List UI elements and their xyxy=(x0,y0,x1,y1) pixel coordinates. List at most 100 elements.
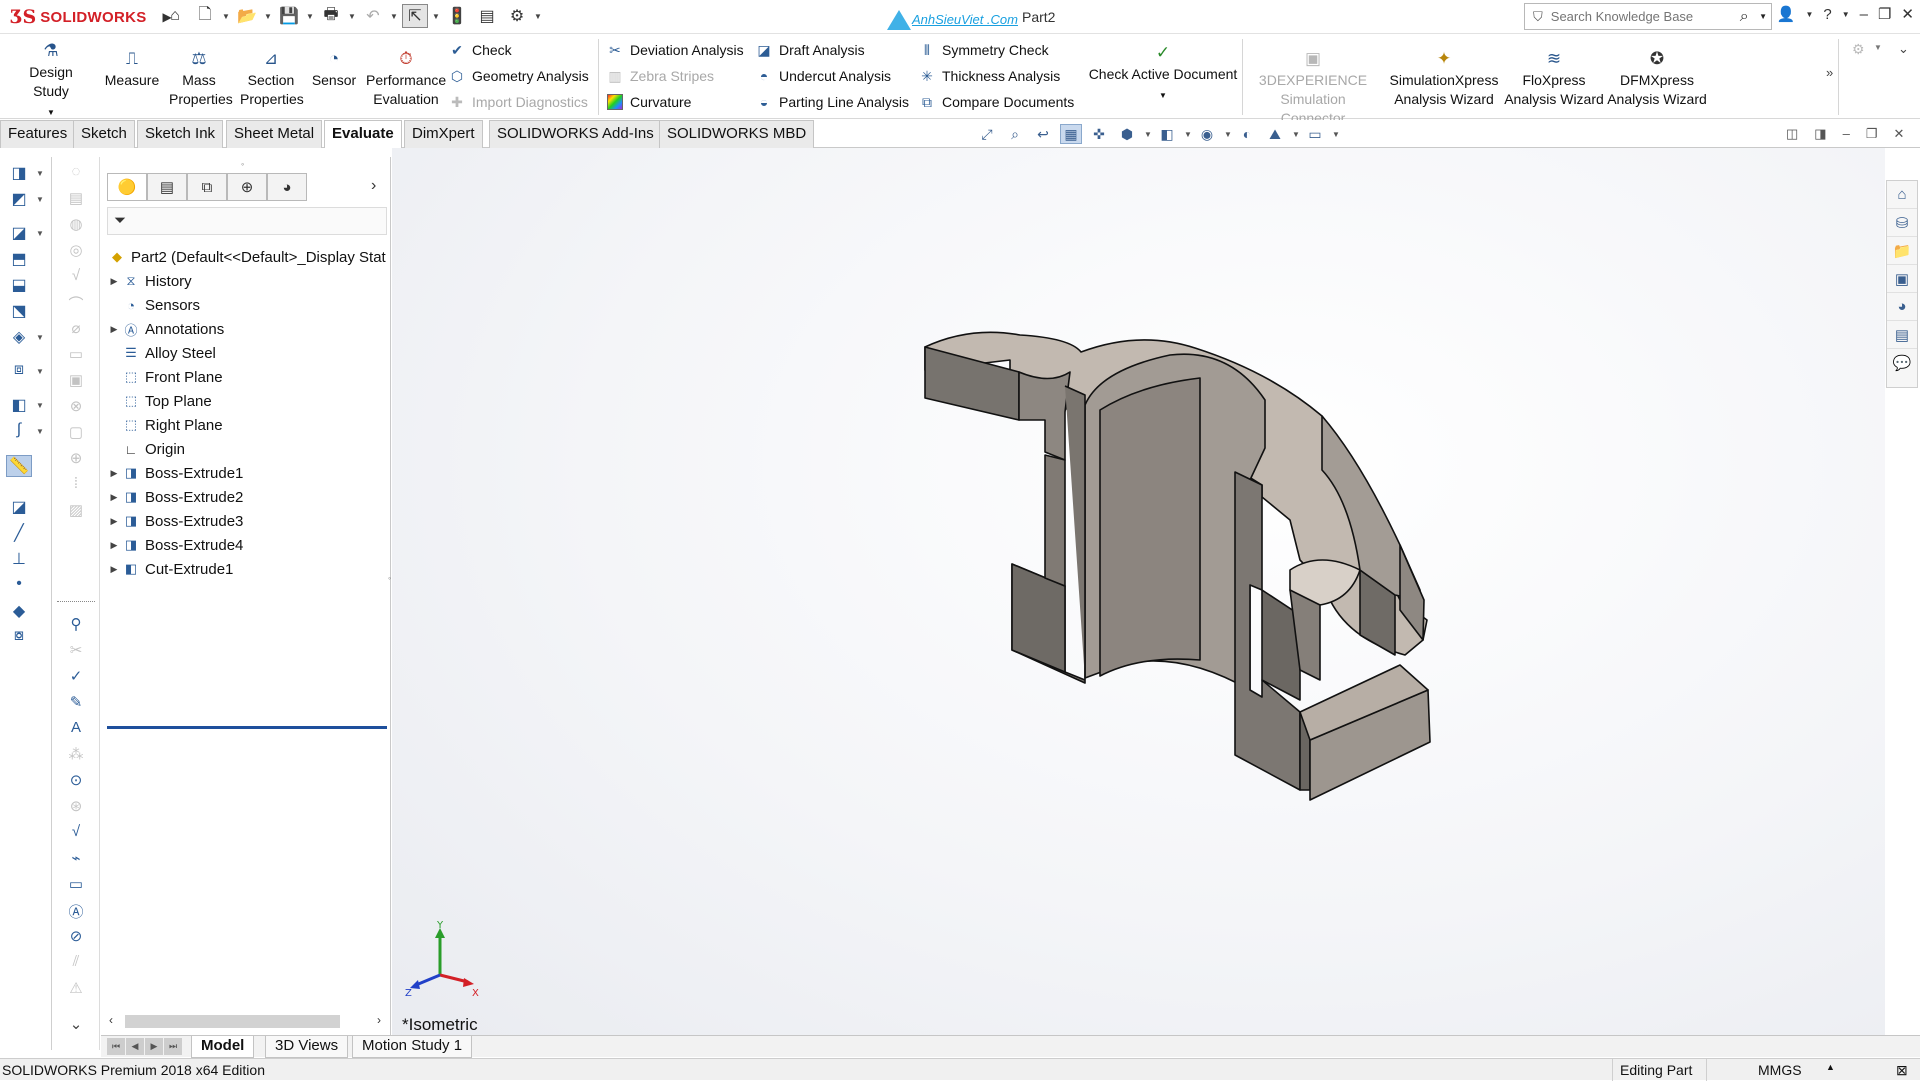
view-settings-icon[interactable]: ▭ xyxy=(1304,124,1326,144)
appearances-icon[interactable]: ◕ xyxy=(1887,293,1917,321)
chevron-down-icon[interactable]: ▼ xyxy=(1759,12,1771,21)
chevron-down-icon[interactable]: ▼ xyxy=(534,12,542,21)
measure-tool-icon[interactable]: 📏 xyxy=(6,455,32,477)
fillet-icon[interactable]: ◪ xyxy=(6,223,32,245)
table-icon[interactable]: Ⓐ xyxy=(63,901,89,923)
zebra-stripes-button[interactable]: ▥ Zebra Stripes xyxy=(606,65,714,87)
tree-item-boss-extrude1[interactable]: ▶ ◨ Boss-Extrude1 xyxy=(107,461,244,485)
chevron-down-icon[interactable]: ▼ xyxy=(348,12,356,21)
chevron-down-icon[interactable]: ▼ xyxy=(36,427,44,436)
coordinate-system-icon[interactable]: ⊥ xyxy=(6,549,32,571)
tree-root-part[interactable]: ◆ Part2 (Default<<Default>_Display Stat xyxy=(107,245,386,269)
expand-arrow-icon[interactable]: ▶ xyxy=(107,468,121,479)
cosmetic-thread-icon[interactable]: ⫽ xyxy=(63,953,89,975)
select-icon[interactable]: ⇱ xyxy=(402,4,428,28)
tree-item-history[interactable]: ▶ ⧖ History xyxy=(107,269,192,293)
chevron-up-icon[interactable]: ▲ xyxy=(1826,1062,1835,1072)
design-library-icon[interactable]: ⛁ xyxy=(1887,209,1917,237)
file-properties-icon[interactable]: ▤ xyxy=(474,4,500,28)
chevron-down-icon[interactable]: ▼ xyxy=(1332,130,1340,139)
datum-target-icon[interactable]: ⊗ xyxy=(63,397,89,419)
scroll-thumb[interactable] xyxy=(125,1015,340,1028)
first-tab-icon[interactable]: ⏮ xyxy=(107,1038,125,1055)
home-icon[interactable]: ⌂ xyxy=(162,4,188,28)
chevron-down-icon[interactable]: ▼ xyxy=(222,12,230,21)
sensor-button[interactable]: ◔ Sensor xyxy=(308,49,360,90)
scroll-left-icon[interactable]: ‹ xyxy=(109,1013,113,1027)
expand-arrow-icon[interactable]: ▶ xyxy=(107,324,121,335)
revolve-icon[interactable]: ◩ xyxy=(6,189,32,211)
tree-item-sensors[interactable]: ◔ Sensors xyxy=(107,293,200,317)
check-button[interactable]: ✔ Check xyxy=(448,39,512,61)
tree-item-boss-extrude2[interactable]: ▶ ◨ Boss-Extrude2 xyxy=(107,485,244,509)
restore-icon[interactable]: ❐ xyxy=(1878,5,1891,23)
hide-show-items-icon[interactable]: ◉ xyxy=(1196,124,1218,144)
tree-item-top-plane[interactable]: ⬚ Top Plane xyxy=(107,389,212,413)
mass-properties-button[interactable]: ⚖ Mass Properties xyxy=(162,49,236,109)
tree-item-front-plane[interactable]: ⬚ Front Plane xyxy=(107,365,223,389)
tab-sketch[interactable]: Sketch xyxy=(73,120,135,148)
minimize-icon[interactable]: – xyxy=(1860,6,1868,23)
smart-dimension-icon[interactable]: ◌ xyxy=(63,163,89,185)
search-box[interactable]: ⛉ ⌕ ▼ xyxy=(1524,3,1772,30)
linear-pattern-icon[interactable]: ⧈ xyxy=(6,361,32,383)
forum-icon[interactable]: 💬 xyxy=(1887,349,1917,377)
surface-finish-symbol-icon[interactable]: √ xyxy=(63,823,89,845)
tree-item-right-plane[interactable]: ⬚ Right Plane xyxy=(107,413,223,437)
save-icon[interactable]: 💾 xyxy=(276,4,302,28)
help-icon[interactable]: ? xyxy=(1823,6,1831,23)
rollback-bar[interactable] xyxy=(107,726,387,729)
rebuild-icon[interactable]: 🚦 xyxy=(444,4,470,28)
ribbon-overflow-icon[interactable]: » xyxy=(1826,65,1833,80)
simulationxpress-button[interactable]: ✦ SimulationXpress Analysis Wizard xyxy=(1384,49,1504,109)
thickness-analysis-button[interactable]: ✳ Thickness Analysis xyxy=(918,65,1060,87)
geometry-analysis-button[interactable]: ⬡ Geometry Analysis xyxy=(448,65,589,87)
view-orientation-icon[interactable]: ⬢ xyxy=(1116,124,1138,144)
curvature-button[interactable]: Curvature xyxy=(606,91,691,113)
chevron-down-icon[interactable]: ▼ xyxy=(36,333,44,342)
search-input[interactable] xyxy=(1550,9,1730,24)
panel-grip-icon[interactable]: ◦ xyxy=(241,159,244,169)
surface-finish-icon[interactable]: √ xyxy=(63,267,89,289)
tab-3d-views[interactable]: 3D Views xyxy=(265,1036,349,1058)
print-icon[interactable]: 🖶 xyxy=(318,4,344,28)
propertymanager-tab-icon[interactable]: ▤ xyxy=(147,173,187,201)
chevron-down-icon[interactable]: ⌄ xyxy=(63,1015,89,1037)
apply-scene-icon[interactable]: ⛰ xyxy=(1264,124,1286,144)
revision-cloud-icon[interactable]: ▭ xyxy=(63,875,89,897)
chevron-down-icon[interactable]: ▼ xyxy=(36,169,44,178)
spell-checker-icon[interactable]: ✓ xyxy=(63,667,89,689)
unit-system[interactable]: MMGS xyxy=(1758,1062,1802,1078)
displaymanager-tab-icon[interactable]: ◕ xyxy=(267,173,307,201)
tree-item-origin[interactable]: ∟ Origin xyxy=(107,437,185,461)
annotation-brush-icon[interactable]: ✎ xyxy=(63,693,89,715)
undo-icon[interactable]: ↶ xyxy=(360,4,386,28)
close-icon[interactable]: ✕ xyxy=(1901,5,1914,23)
shell-icon[interactable]: ⬓ xyxy=(6,275,32,297)
viewport-layout-icon[interactable]: ◫ xyxy=(1786,126,1798,142)
tab-dimxpert[interactable]: DimXpert xyxy=(404,120,483,148)
viewport-restore-icon[interactable]: ❐ xyxy=(1866,126,1878,142)
tab-motion-study-1[interactable]: Motion Study 1 xyxy=(352,1036,473,1058)
area-hatch-icon[interactable]: ▨ xyxy=(63,501,89,523)
point-icon[interactable]: • xyxy=(6,575,32,597)
parting-line-analysis-button[interactable]: ◒ Parting Line Analysis xyxy=(755,91,909,113)
spell-check-icon[interactable]: ✂ xyxy=(63,641,89,663)
zoom-to-area-icon[interactable]: ⌕ xyxy=(1004,124,1026,144)
floxpress-button[interactable]: ≋ FloXpress Analysis Wizard xyxy=(1504,49,1604,109)
text-icon[interactable]: A xyxy=(63,719,89,741)
measure-button[interactable]: ⎍ Measure xyxy=(100,49,164,90)
tree-item-boss-extrude3[interactable]: ▶ ◨ Boss-Extrude3 xyxy=(107,509,244,533)
chevron-down-icon[interactable]: ▼ xyxy=(264,12,272,21)
collapse-ribbon-icon[interactable]: ⌄ xyxy=(1898,41,1909,57)
tree-item-cut-extrude1[interactable]: ▶ ◧ Cut-Extrude1 xyxy=(107,557,234,581)
custom-properties-icon[interactable]: ▤ xyxy=(1887,321,1917,349)
chevron-down-icon[interactable]: ▼ xyxy=(1805,10,1813,19)
next-tab-icon[interactable]: ▶ xyxy=(145,1038,163,1055)
section-view-icon[interactable]: ▦ xyxy=(1060,124,1082,144)
tree-filter[interactable]: ⏷ xyxy=(107,207,387,235)
previous-view-icon[interactable]: ↩ xyxy=(1032,124,1054,144)
tab-sheet-metal[interactable]: Sheet Metal xyxy=(226,120,323,148)
tab-evaluate[interactable]: Evaluate xyxy=(324,120,402,148)
status-options-icon[interactable]: ⊠ xyxy=(1896,1062,1908,1079)
